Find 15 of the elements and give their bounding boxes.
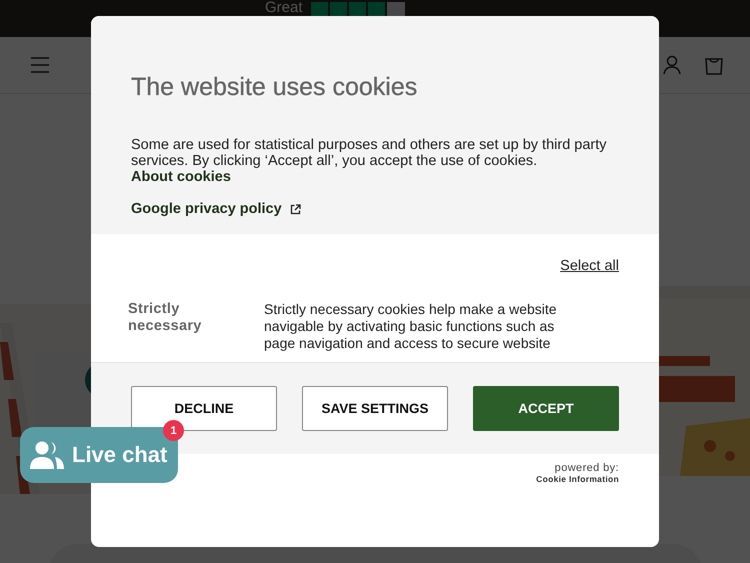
account-icon[interactable]: [662, 55, 682, 75]
provider-name: Cookie Information: [536, 474, 619, 484]
people-icon: [30, 440, 64, 470]
category-name: Strictly necessary: [128, 301, 203, 336]
dialog-title: The website uses cookies: [131, 73, 418, 102]
rating-label: Great: [265, 0, 303, 15]
privacy-policy-link[interactable]: Google privacy policy: [131, 201, 301, 217]
select-all-link[interactable]: Select all: [560, 258, 619, 274]
intro-text: Some are used for statistical purposes and others are set up by third party services. By clicking ‘Accept all’, you accept the use of cookies.: [131, 137, 608, 169]
powered-by-label: powered by:: [554, 462, 619, 474]
about-cookies-link[interactable]: About cookies: [131, 169, 231, 185]
menu-icon[interactable]: [30, 56, 50, 74]
dialog-button[interactable]: SAVE SETTINGS: [302, 386, 448, 431]
category-description: Strictly necessary cookies help make a website navigable by activating basic functions such as page navigation and access to secure website: [264, 301, 558, 352]
accept-button[interactable]: ACCEPT: [473, 386, 619, 431]
